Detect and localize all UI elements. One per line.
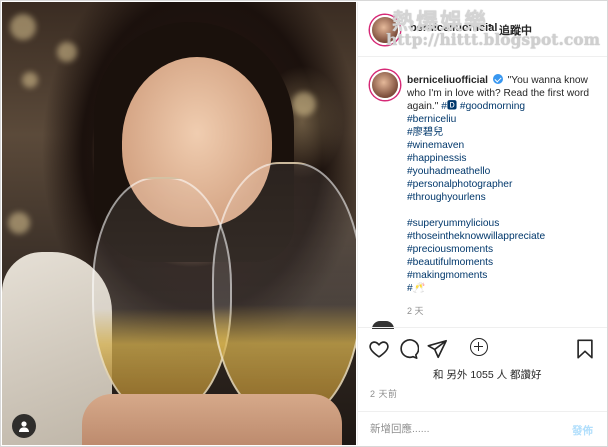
- hashtag[interactable]: #berniceliu: [407, 113, 602, 126]
- watermark-url: http://hittt.blogspot.com: [386, 30, 601, 49]
- person-hand: [82, 394, 342, 445]
- hashtag[interactable]: #happinessis: [407, 152, 602, 165]
- hashtag[interactable]: #makingmoments: [407, 269, 602, 282]
- hashtag[interactable]: #youhadmeathello: [407, 165, 602, 178]
- post-header: berniceliuofficial • 追蹤中 熱爆娛樂 http://hit…: [358, 2, 607, 57]
- caption-username[interactable]: berniceliuofficial: [407, 75, 488, 86]
- post-comment-button[interactable]: 發佈: [572, 423, 593, 438]
- likes-count[interactable]: 和 另外 1055 人 都讚好: [433, 367, 542, 382]
- bokeh-light: [292, 92, 316, 116]
- hashtag[interactable]: #thoseintheknowwillappreciate: [407, 230, 602, 243]
- hashtag[interactable]: #🅳: [441, 101, 457, 112]
- bokeh-light: [57, 42, 77, 62]
- hashtag[interactable]: #personalphotographer: [407, 178, 602, 191]
- hashtag[interactable]: #🥂: [407, 282, 602, 295]
- comment-button[interactable]: [397, 338, 420, 360]
- hashtag[interactable]: #winemaven: [407, 139, 602, 152]
- hashtag[interactable]: #廖碧兒: [407, 126, 602, 139]
- hashtag[interactable]: #beautifulmoments: [407, 256, 602, 269]
- tagged-user-button[interactable]: [12, 414, 36, 438]
- post-side-panel: berniceliuofficial • 追蹤中 熱爆娛樂 http://hit…: [357, 2, 607, 445]
- hashtag[interactable]: #throughyourlens: [407, 191, 602, 204]
- heart-icon: [369, 341, 389, 358]
- save-button[interactable]: [574, 338, 596, 360]
- bokeh-light: [8, 212, 30, 234]
- hashtag[interactable]: #preciousmoments: [407, 243, 602, 256]
- bokeh-light: [10, 14, 36, 40]
- post-actions: 和 另外 1055 人 都讚好 2 天前 發佈: [358, 327, 607, 445]
- comment-input[interactable]: [370, 420, 550, 438]
- comment-icon: [400, 339, 420, 359]
- person-icon: [19, 421, 29, 432]
- like-button[interactable]: [368, 338, 390, 360]
- hashtag[interactable]: #goodmorning: [460, 101, 525, 112]
- paper-plane-icon: [427, 339, 447, 359]
- comment-timestamp: 2 天: [407, 306, 424, 316]
- avatar[interactable]: [370, 70, 400, 100]
- post-timestamp[interactable]: 2 天前: [370, 387, 398, 400]
- wine-glass-right: [212, 162, 356, 422]
- caption-comment: berniceliuofficial "You wanna know who I…: [358, 58, 607, 356]
- share-button[interactable]: [426, 338, 448, 360]
- bokeh-light: [22, 72, 38, 88]
- verified-badge-icon: [492, 74, 503, 84]
- hashtag[interactable]: #superyummylicious: [407, 217, 602, 230]
- caption-text: berniceliuofficial "You wanna know who I…: [407, 74, 602, 318]
- wine-glass-left: [92, 177, 232, 417]
- post-photo[interactable]: [2, 2, 356, 445]
- bookmark-icon: [577, 339, 593, 359]
- add-comment-bar: 發佈: [358, 411, 607, 446]
